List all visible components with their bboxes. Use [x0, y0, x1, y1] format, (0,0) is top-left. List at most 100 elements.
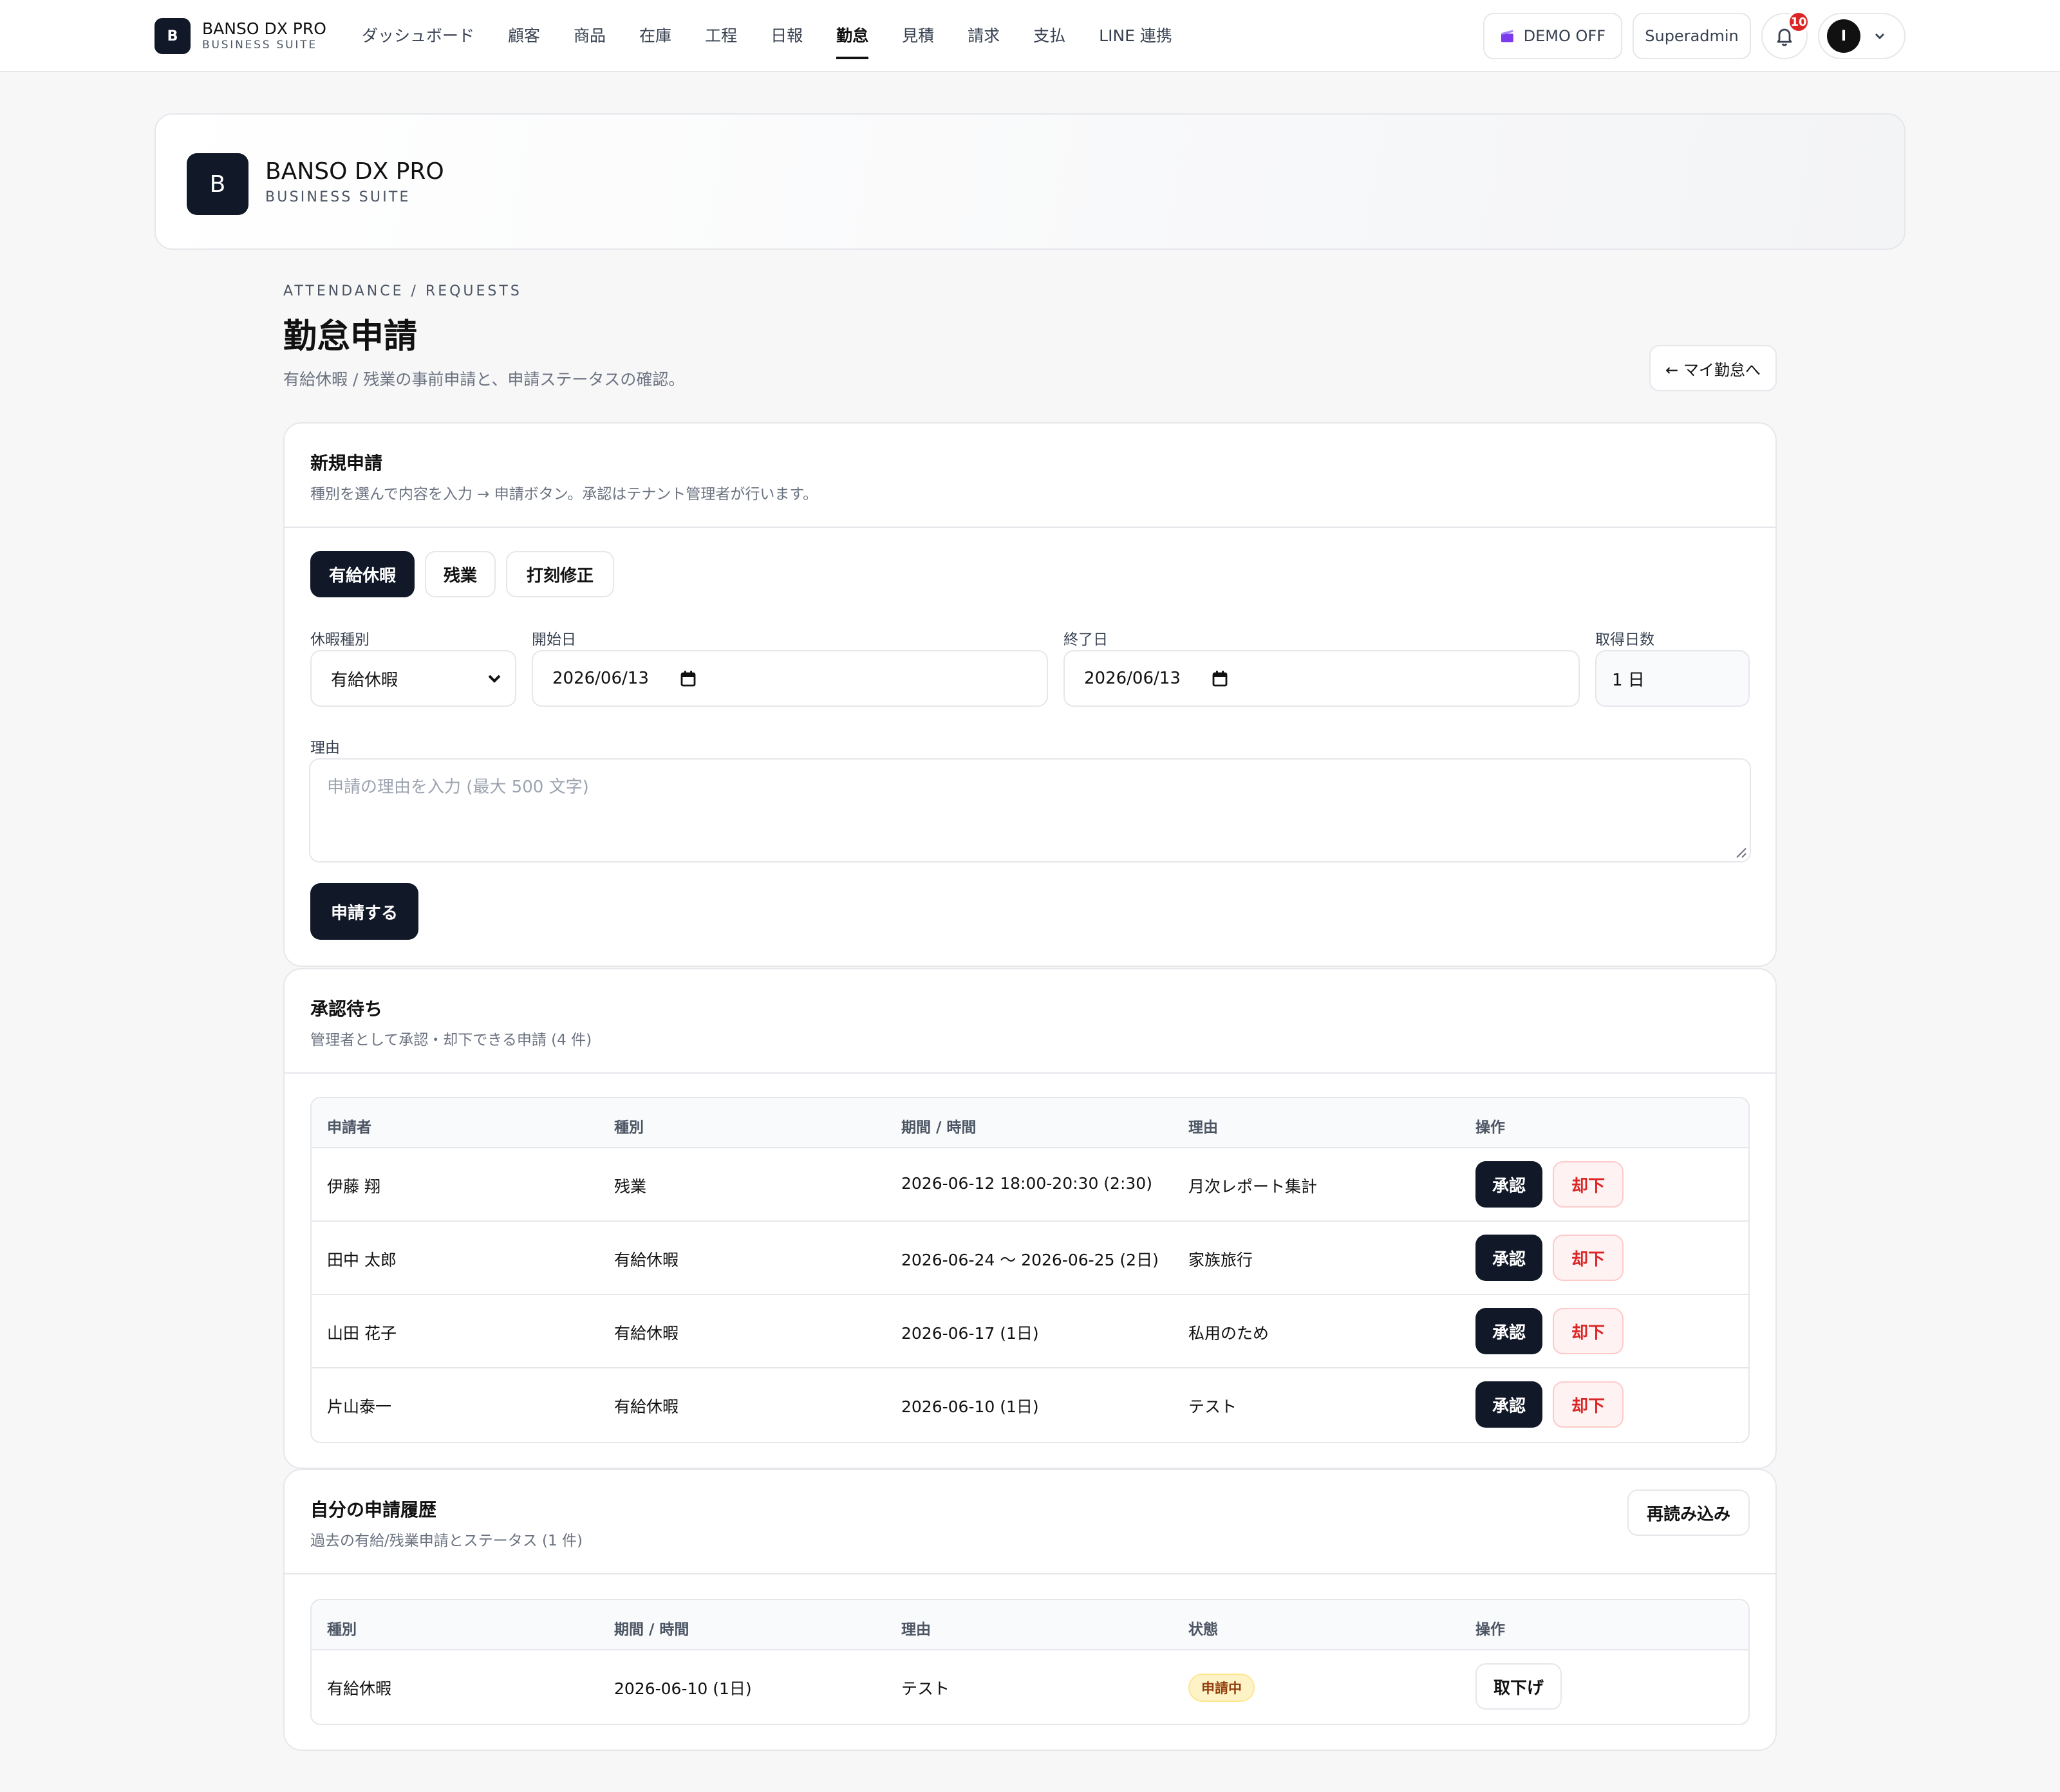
- new-request-header: 新規申請 種別を選んで内容を入力 → 申請ボタン。承認はテナント管理者が行います…: [285, 424, 1775, 528]
- page-description: 有給休暇 / 残業の事前申請と、申請ステータスの確認。: [283, 370, 685, 389]
- period-cell: 2026-06-12 18:00-20:30 (2:30): [901, 1174, 1152, 1193]
- column-period: 期間 / 時間: [614, 1621, 689, 1638]
- start-date-input[interactable]: 2026/06/13: [532, 650, 1048, 707]
- column-reason: 理由: [901, 1621, 931, 1638]
- table-row: 伊藤 翔 残業 2026-06-12 18:00-20:30 (2:30) 月次…: [312, 1148, 1748, 1222]
- top-navigation-bar: B BANSO DX PRO BUSINESS SUITE ダッシュボード 顧客…: [0, 0, 2060, 72]
- days-taken-value: 1 日: [1612, 670, 1645, 690]
- chevron-down-icon: [1875, 33, 1884, 39]
- column-type: 種別: [614, 1119, 644, 1136]
- role-button[interactable]: Superadmin: [1633, 13, 1751, 59]
- end-date-input[interactable]: 2026/06/13: [1063, 650, 1580, 707]
- end-date-value: 2026/06/13: [1084, 669, 1181, 688]
- main-nav: ダッシュボード 顧客 商品 在庫 工程 日報 勤怠 見積 請求 支払 LINE …: [362, 0, 1206, 72]
- reason-cell: 家族旅行: [1188, 1251, 1253, 1269]
- reason-textarea[interactable]: 申請の理由を入力 (最大 500 文字): [309, 758, 1751, 863]
- pending-table: 申請者 種別 期間 / 時間 理由 操作 伊藤 翔 残業 2026-06-12 …: [310, 1097, 1750, 1443]
- start-date-value: 2026/06/13: [552, 669, 649, 688]
- notification-count-badge: 10: [1787, 10, 1810, 33]
- type-cell: 有給休暇: [614, 1324, 679, 1343]
- nav-item-estimates[interactable]: 見積: [902, 0, 934, 72]
- clapperboard-icon: [1501, 30, 1513, 42]
- pending-header: 承認待ち 管理者として承認・却下できる申請 (4 件): [285, 969, 1775, 1074]
- approve-button[interactable]: 承認: [1475, 1161, 1542, 1208]
- reason-cell: 私用のため: [1188, 1324, 1269, 1343]
- table-row: 田中 太郎 有給休暇 2026-06-24 〜 2026-06-25 (2日) …: [312, 1222, 1748, 1295]
- reason-cell: 月次レポート集計: [1188, 1177, 1318, 1196]
- approve-button[interactable]: 承認: [1475, 1235, 1542, 1281]
- reject-button[interactable]: 却下: [1553, 1161, 1624, 1208]
- calendar-icon[interactable]: [680, 670, 697, 687]
- leave-type-select[interactable]: 有給休暇: [310, 650, 516, 707]
- resize-grip-icon[interactable]: [1736, 847, 1747, 859]
- approve-button[interactable]: 承認: [1475, 1381, 1542, 1428]
- days-taken-label: 取得日数: [1595, 631, 1654, 648]
- withdraw-button[interactable]: 取下げ: [1475, 1663, 1562, 1710]
- history-table: 種別 期間 / 時間 理由 状態 操作 有給休暇 2026-06-10 (1日)…: [310, 1599, 1750, 1725]
- period-cell: 2026-06-10 (1日): [614, 1679, 752, 1698]
- brand-name: BANSO DX PRO: [202, 19, 326, 38]
- reason-cell: テスト: [1188, 1397, 1237, 1416]
- demo-toggle-button[interactable]: DEMO OFF: [1483, 13, 1622, 59]
- tab-overtime[interactable]: 残業: [425, 551, 496, 597]
- history-description: 過去の有給/残業申請とステータス (1 件): [310, 1533, 583, 1549]
- applicant-cell: 山田 花子: [327, 1324, 397, 1343]
- type-cell: 有給休暇: [327, 1679, 392, 1698]
- tab-paid-leave[interactable]: 有給休暇: [310, 551, 415, 597]
- nav-item-daily-report[interactable]: 日報: [771, 0, 803, 72]
- nav-item-products[interactable]: 商品: [574, 0, 606, 72]
- brand[interactable]: B BANSO DX PRO BUSINESS SUITE: [154, 18, 326, 54]
- nav-item-process[interactable]: 工程: [705, 0, 737, 72]
- column-reason: 理由: [1188, 1119, 1218, 1136]
- type-cell: 有給休暇: [614, 1251, 679, 1269]
- nav-item-payments[interactable]: 支払: [1033, 0, 1065, 72]
- reload-button[interactable]: 再読み込み: [1627, 1489, 1750, 1536]
- table-row: 有給休暇 2026-06-10 (1日) テスト 申請中 取下げ: [312, 1650, 1748, 1724]
- table-row: 片山泰一 有給休暇 2026-06-10 (1日) テスト 承認 却下: [312, 1368, 1748, 1442]
- end-date-label: 終了日: [1063, 631, 1108, 648]
- brand-logo: B: [154, 18, 191, 54]
- column-period: 期間 / 時間: [901, 1119, 977, 1136]
- new-request-title: 新規申請: [310, 453, 383, 474]
- period-cell: 2026-06-17 (1日): [901, 1324, 1039, 1343]
- status-badge: 申請中: [1188, 1674, 1255, 1702]
- nav-item-attendance[interactable]: 勤怠: [836, 0, 869, 72]
- new-request-description: 種別を選んで内容を入力 → 申請ボタン。承認はテナント管理者が行います。: [310, 486, 818, 503]
- table-row: 山田 花子 有給休暇 2026-06-17 (1日) 私用のため 承認 却下: [312, 1295, 1748, 1368]
- leave-type-value: 有給休暇: [331, 670, 398, 690]
- hero-brand-name: BANSO DX PRO: [265, 158, 444, 185]
- pending-table-header: 申請者 種別 期間 / 時間 理由 操作: [312, 1098, 1748, 1148]
- reject-button[interactable]: 却下: [1553, 1381, 1624, 1428]
- history-title: 自分の申請履歴: [310, 1499, 437, 1520]
- calendar-icon[interactable]: [1212, 670, 1228, 687]
- column-applicant: 申請者: [327, 1119, 371, 1136]
- nav-item-dashboard[interactable]: ダッシュボード: [362, 0, 474, 72]
- chevron-down-icon: [488, 675, 501, 683]
- notifications-button[interactable]: 10: [1761, 10, 1810, 59]
- period-cell: 2026-06-24 〜 2026-06-25 (2日): [901, 1251, 1159, 1269]
- nav-item-customers[interactable]: 顧客: [508, 0, 540, 72]
- breadcrumb: ATTENDANCE / REQUESTS: [283, 283, 522, 299]
- nav-item-inventory[interactable]: 在庫: [639, 0, 671, 72]
- user-menu-button[interactable]: I: [1818, 13, 1906, 59]
- hero-brand-subtitle: BUSINESS SUITE: [265, 189, 411, 205]
- period-cell: 2026-06-10 (1日): [901, 1397, 1039, 1416]
- avatar: I: [1827, 19, 1860, 53]
- role-label: Superadmin: [1645, 27, 1739, 45]
- back-to-my-attendance-button[interactable]: ← マイ勤怠へ: [1649, 345, 1777, 391]
- nav-item-line[interactable]: LINE 連携: [1099, 0, 1172, 72]
- nav-item-invoices[interactable]: 請求: [968, 0, 1000, 72]
- tab-clock-correction[interactable]: 打刻修正: [506, 551, 614, 597]
- page-title: 勤怠申請: [283, 317, 418, 356]
- column-type: 種別: [327, 1621, 357, 1638]
- reject-button[interactable]: 却下: [1553, 1308, 1624, 1354]
- applicant-cell: 片山泰一: [327, 1397, 392, 1416]
- demo-toggle-label: DEMO OFF: [1523, 27, 1606, 45]
- submit-request-button[interactable]: 申請する: [310, 883, 418, 940]
- column-status: 状態: [1188, 1621, 1218, 1638]
- pending-title: 承認待ち: [310, 998, 383, 1020]
- approve-button[interactable]: 承認: [1475, 1308, 1542, 1354]
- reject-button[interactable]: 却下: [1553, 1235, 1624, 1281]
- applicant-cell: 伊藤 翔: [327, 1177, 380, 1196]
- hero-logo: B: [187, 153, 248, 215]
